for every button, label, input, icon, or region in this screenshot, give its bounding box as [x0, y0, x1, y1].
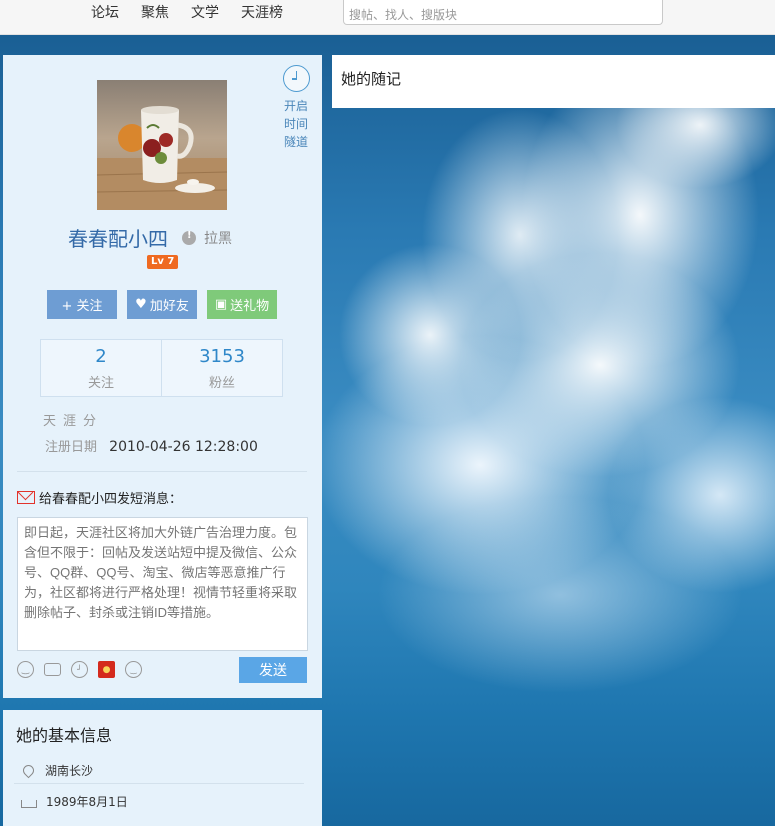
- avatar-image: [97, 80, 227, 210]
- message-toolbar: ‿ ┘ ● ‿: [17, 661, 152, 678]
- following-label: 关注: [87, 376, 114, 391]
- follow-button[interactable]: + 关注: [47, 290, 117, 319]
- message-title: 给春春配小四发短消息：: [17, 488, 182, 507]
- gift-icon: ▣: [214, 297, 228, 312]
- message-textarea[interactable]: [17, 517, 308, 651]
- red-envelope-icon[interactable]: ●: [98, 661, 115, 678]
- avatar[interactable]: [97, 80, 227, 210]
- notes-panel: 她的随记: [332, 55, 775, 108]
- register-label: 注册日期: [45, 440, 98, 455]
- profile-panel: 开启 时间 隧道 春春配小四 拉黑 Lv 7 + 关注 ♥ 加好友 ▣ 送礼物 …: [3, 55, 322, 698]
- birthday-cake-icon: [21, 799, 37, 808]
- add-friend-label: 加好友: [149, 299, 189, 314]
- message-title-text: 给春春配小四发短消息：: [39, 492, 183, 507]
- send-button[interactable]: 发送: [239, 657, 307, 683]
- clock-icon: [282, 65, 310, 92]
- register-date: 2010-04-26 12:28:00: [109, 439, 258, 455]
- followers-stat[interactable]: 3153 粉丝: [161, 340, 282, 396]
- followers-label: 粉丝: [208, 376, 235, 391]
- notes-title: 她的随记: [341, 70, 402, 88]
- profile-actions: + 关注 ♥ 加好友 ▣ 送礼物: [47, 290, 277, 319]
- basic-info-panel: 她的基本信息 湖南长沙 1989年8月1日: [3, 710, 322, 826]
- basic-info-title: 她的基本信息: [16, 726, 113, 745]
- birthday-row: 1989年8月1日: [21, 793, 128, 810]
- camera-icon[interactable]: [44, 663, 61, 676]
- block-icon: [182, 230, 196, 245]
- time-tunnel-line-2: 时间: [283, 117, 308, 131]
- time-tunnel-line-3: 隧道: [283, 135, 308, 149]
- info-divider: [14, 783, 304, 784]
- block-label: 拉黑: [204, 231, 232, 247]
- block-button[interactable]: 拉黑: [182, 228, 232, 248]
- search-input[interactable]: [343, 0, 663, 25]
- location-pin-icon: [20, 762, 37, 779]
- birthday-value: 1989年8月1日: [46, 795, 128, 809]
- nav-focus[interactable]: 聚焦: [141, 3, 169, 21]
- follow-label: + 关注: [61, 299, 103, 314]
- location-row: 湖南长沙: [20, 762, 94, 779]
- following-count: 2: [95, 346, 107, 367]
- register-date-row: 注册日期 2010-04-26 12:28:00: [45, 436, 258, 455]
- add-friend-button[interactable]: ♥ 加好友: [127, 290, 197, 319]
- clock-icon[interactable]: ┘: [71, 661, 88, 678]
- send-gift-label: 送礼物: [230, 299, 270, 314]
- mail-icon: [17, 491, 35, 504]
- level-badge: Lv 7: [147, 255, 179, 269]
- followers-count: 3153: [199, 346, 245, 367]
- nav-literature[interactable]: 文学: [191, 3, 219, 21]
- send-gift-button[interactable]: ▣ 送礼物: [207, 290, 277, 319]
- nav-tianya-rank[interactable]: 天涯榜: [241, 3, 283, 21]
- monkey-icon[interactable]: ‿: [125, 661, 142, 678]
- time-tunnel-button[interactable]: 开启 时间 隧道: [282, 65, 310, 151]
- tianya-score-label: 天涯分: [43, 414, 104, 429]
- top-nav: 论坛 聚焦 文学 天涯榜: [91, 3, 305, 21]
- divider: [17, 471, 307, 472]
- smiley-icon[interactable]: ‿: [17, 661, 34, 678]
- heart-icon: ♥: [135, 297, 147, 312]
- following-stat[interactable]: 2 关注: [41, 340, 161, 396]
- location-value: 湖南长沙: [45, 764, 94, 778]
- username[interactable]: 春春配小四: [68, 223, 168, 252]
- top-bar: 论坛 聚焦 文学 天涯榜: [0, 0, 775, 35]
- stats-box: 2 关注 3153 粉丝: [40, 339, 283, 397]
- nav-forum[interactable]: 论坛: [91, 3, 119, 21]
- time-tunnel-line-1: 开启: [283, 99, 308, 113]
